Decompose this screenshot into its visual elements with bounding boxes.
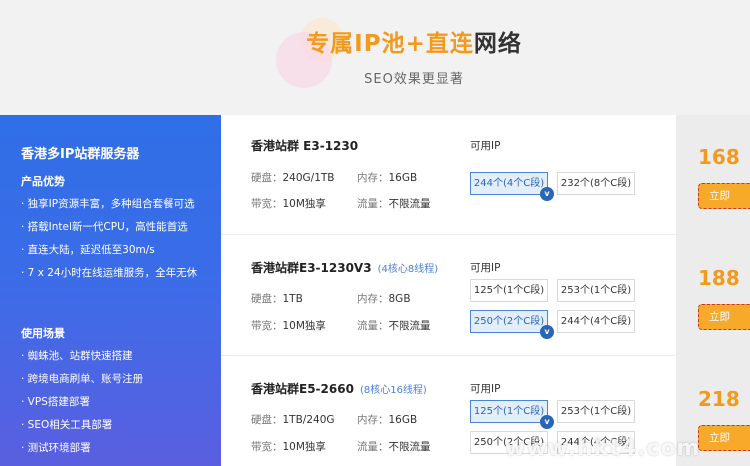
hero-title-part1: 专属IP池 [306,31,406,57]
check-icon: v [540,325,554,339]
sidebar-advantage-item: · 7 x 24小时在线运维服务，全年无休 [21,267,198,279]
spec-disk: 硬盘：240G/1TB [251,170,335,185]
ip-option[interactable]: 253个(1个C段) [557,279,635,302]
sidebar-scenario-item: · VPS搭建部署 [21,396,90,408]
product-card: 香港站群 E3-1230 硬盘：240G/1TB 内存：16GB 带宽：10M独… [221,115,676,235]
spec-label: 硬盘： [251,172,283,184]
product-list: 香港站群 E3-1230 硬盘：240G/1TB 内存：16GB 带宽：10M独… [221,115,676,466]
price-value: 168 [698,145,740,169]
spec-label: 内存： [357,293,389,305]
sidebar-panel: 香港多IP站群服务器 产品优势 · 独享IP资源丰富，多种组合套餐可选 · 搭载… [0,115,221,466]
sidebar-scenario-item: · 测试环境部署 [21,442,91,454]
hero-title-part3: 网络 [473,31,522,57]
spec-traffic: 流量：不限流量 [357,196,431,211]
spec-label: 硬盘： [251,293,283,305]
ip-option-text: 250个(2个C段) [473,316,545,327]
spec-label: 内存： [357,172,389,184]
spec-memory: 内存：16GB [357,412,417,427]
spec-value: 10M独享 [282,198,326,210]
spec-label: 带宽： [251,441,283,453]
hero-banner: 专属IP池+直连网络 SEO效果更显著 [0,0,750,115]
ip-option-selected[interactable]: 250个(2个C段) v [470,310,554,339]
sidebar-advantage-item: · 搭载Intel新一代CPU，高性能首选 [21,221,188,233]
sidebar-scenario-item: · 跨境电商刷单、账号注册 [21,373,144,385]
spec-value: 240G/1TB [282,172,335,184]
buy-now-button[interactable]: 立即 [698,425,750,451]
product-core-badge: (8核心16线程) [359,385,427,396]
spec-traffic: 流量：不限流量 [357,439,431,454]
ip-option-selected[interactable]: 125个(1个C段) v [470,400,554,429]
price-value: 188 [698,266,740,290]
check-icon: v [540,187,554,201]
ip-label: 可用IP [470,383,501,395]
ip-option-text: 244个(4个C段) [473,178,545,189]
product-card: 香港站群E3-1230V3 (4核心8线程) 硬盘：1TB 内存：8GB 带宽：1… [221,236,676,356]
spec-value: 不限流量 [388,198,431,210]
spec-value: 不限流量 [388,441,431,453]
spec-bandwidth: 带宽：10M独享 [251,196,326,211]
ip-option-text: 125个(1个C段) [473,285,545,296]
product-name: 香港站群E5-2660 (8核心16线程) [251,380,427,397]
spec-value: 10M独享 [282,320,326,332]
ip-option-text: 253个(1个C段) [560,406,632,417]
sidebar-title: 香港多IP站群服务器 [21,147,140,162]
spec-disk: 硬盘：1TB [251,291,303,306]
hero-title: 专属IP池+直连网络 [0,24,750,58]
product-name-text: 香港站群E3-1230V3 [251,261,372,275]
ip-option-text: 244个(4个C段) [560,316,632,327]
spec-label: 流量： [357,320,389,332]
ip-option-selected[interactable]: 244个(4个C段) v [470,172,554,201]
hero-subtitle: SEO效果更显著 [364,72,464,87]
spec-value: 10M独享 [282,441,326,453]
ip-label: 可用IP [470,262,501,274]
ip-option[interactable]: 232个(8个C段) [557,172,635,195]
ip-option[interactable]: 125个(1个C段) [470,279,548,302]
hero-title-part2: 直连 [425,31,474,57]
check-icon: v [540,415,554,429]
ip-option-text: 253个(1个C段) [560,285,632,296]
buy-now-button[interactable]: 立即 [698,183,750,209]
spec-memory: 内存：16GB [357,170,417,185]
spec-value: 16GB [388,172,418,184]
spec-value: 1TB/240G [282,414,335,426]
sidebar-scenario-item: · 蜘蛛池、站群快速搭建 [21,350,133,362]
spec-label: 流量： [357,441,389,453]
buy-now-button[interactable]: 立即 [698,304,750,330]
spec-label: 流量： [357,198,389,210]
ip-option-text: 232个(8个C段) [560,178,632,189]
spec-value: 16GB [388,414,418,426]
sidebar-section-advantages: 产品优势 [21,175,65,188]
spec-label: 硬盘： [251,414,283,426]
sidebar-scenario-item: · SEO相关工具部署 [21,419,113,431]
ip-option[interactable]: 244个(4个C段) [557,310,635,333]
ip-label: 可用IP [470,140,501,152]
product-name: 香港站群 E3-1230 [251,137,358,154]
spec-label: 带宽： [251,320,283,332]
ip-option-text: 125个(1个C段) [473,406,545,417]
spec-label: 带宽： [251,198,283,210]
ip-option[interactable]: 253个(1个C段) [557,400,635,423]
spec-value: 8GB [388,293,411,305]
spec-memory: 内存：8GB [357,291,411,306]
watermark-text: www.hkt4.com [505,436,701,461]
price-column: 168 立即 188 立即 218 立即 [676,115,750,466]
spec-bandwidth: 带宽：10M独享 [251,439,326,454]
sidebar-section-scenarios: 使用场景 [21,327,65,340]
spec-value: 不限流量 [388,320,431,332]
product-core-badge: (4核心8线程) [377,264,439,275]
hero-title-plus: + [405,31,426,57]
product-name-text: 香港站群E5-2660 [251,382,354,396]
product-name: 香港站群E3-1230V3 (4核心8线程) [251,259,438,276]
price-value: 218 [698,387,740,411]
sidebar-advantage-item: · 直连大陆，延迟低至30m/s [21,244,155,256]
product-name-text: 香港站群 E3-1230 [251,139,359,153]
sidebar-advantage-item: · 独享IP资源丰富，多种组合套餐可选 [21,198,195,210]
spec-value: 1TB [282,293,303,305]
spec-disk: 硬盘：1TB/240G [251,412,335,427]
spec-label: 内存： [357,414,389,426]
page: 专属IP池+直连网络 SEO效果更显著 香港多IP站群服务器 产品优势 · 独享… [0,0,750,466]
spec-traffic: 流量：不限流量 [357,318,431,333]
spec-bandwidth: 带宽：10M独享 [251,318,326,333]
